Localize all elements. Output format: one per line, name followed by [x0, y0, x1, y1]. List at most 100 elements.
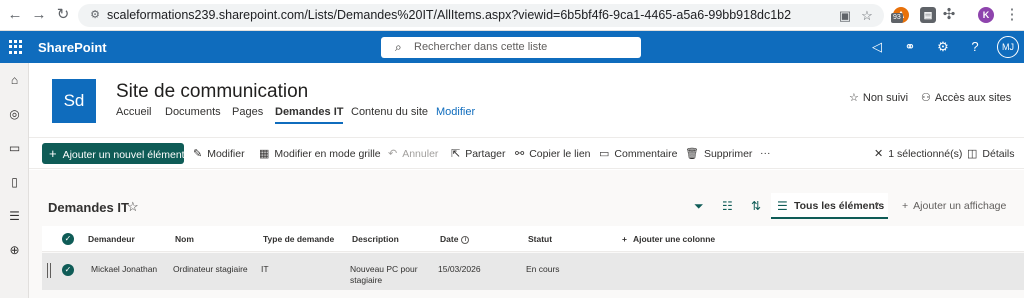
grid-icon: ▦ [259, 148, 270, 160]
globe-icon[interactable]: ◎ [7, 107, 22, 122]
column-nom[interactable]: Nom [175, 234, 194, 244]
info-panel-icon: ◫ [967, 148, 978, 160]
favorite-star-icon[interactable]: ☆ [127, 199, 139, 215]
copy-link-label: Copier le lien [529, 148, 591, 160]
browser-toolbar: ← → ↻ ⚙ scaleformations239.sharepoint.co… [0, 0, 1024, 31]
undo-button[interactable]: ↶ Annuler [388, 147, 438, 160]
url-text[interactable]: scaleformations239.sharepoint.com/Lists/… [107, 8, 791, 22]
view-selector[interactable]: ☰ Tous les éléments ▾ [771, 193, 888, 219]
search-input[interactable]: ⌕ Rechercher dans cette liste [381, 37, 641, 58]
plus-icon: + [902, 200, 909, 212]
info-icon[interactable]: i [461, 235, 470, 244]
selection-count: 1 sélectionné(s) [888, 148, 963, 160]
comment-button[interactable]: ▭ Commentaire [599, 147, 677, 160]
share-label: Partager [465, 148, 506, 160]
nav-item-pages[interactable]: Pages [232, 106, 263, 118]
megaphone-icon[interactable]: ◁ [869, 39, 885, 55]
share-network-icon[interactable]: ⚭ [902, 39, 918, 55]
follow-button[interactable]: ☆ Non suivi [849, 91, 908, 104]
select-all-checkbox[interactable]: ✓ [62, 233, 74, 245]
link-icon: ⚯ [515, 148, 525, 160]
nav-item-demandes-it[interactable]: Demandes IT [275, 106, 344, 124]
site-access-label: Accès aux sites [934, 92, 1012, 104]
table-row[interactable]: ✓ Mickael Jonathan Ordinateur stagiaire … [42, 253, 1024, 290]
people-icon: ⚇ [921, 92, 931, 104]
site-info-icon[interactable]: ⚙ [88, 8, 102, 22]
home-icon[interactable]: ⌂ [7, 73, 22, 88]
extensions-puzzle-icon[interactable]: ✣ [940, 6, 958, 24]
back-arrow-icon[interactable]: ← [6, 6, 24, 24]
grid-edit-label: Modifier en mode grille [274, 148, 381, 160]
delete-label: Supprimer [703, 148, 753, 160]
help-icon[interactable]: ? [967, 39, 983, 55]
undo-label: Annuler [402, 148, 439, 160]
create-plus-icon[interactable]: ⊕ [7, 243, 22, 258]
reload-icon[interactable]: ↻ [54, 6, 72, 24]
news-icon[interactable]: ▭ [7, 141, 22, 156]
extension-badge: 93 [891, 13, 903, 23]
close-icon: ✕ [874, 148, 884, 160]
details-button[interactable]: ◫ Détails [967, 147, 1015, 160]
site-title[interactable]: Site de communication [116, 81, 308, 103]
column-type-de-demande[interactable]: Type de demande [263, 234, 334, 244]
app-bar: ⌂ ◎ ▭ ▯ ☰ ⊕ [0, 63, 29, 298]
column-demandeur[interactable]: Demandeur [88, 234, 135, 244]
pencil-icon: ✎ [193, 148, 203, 160]
sort-icon[interactable]: ⇅ [751, 199, 761, 213]
column-statut[interactable]: Statut [528, 234, 552, 244]
drag-handle-icon[interactable] [47, 263, 51, 278]
add-view-button[interactable]: + Ajouter un affichage [902, 200, 1006, 212]
edit-button[interactable]: ✎ Modifier [193, 147, 245, 160]
cell-description: Nouveau PC pour stagiaire [350, 264, 418, 285]
app-launcher-icon[interactable] [9, 40, 23, 54]
share-button[interactable]: ⇱ Partager [451, 147, 506, 160]
add-column-button[interactable]: + Ajouter une colonne [622, 234, 715, 244]
column-header-row: ✓ Demandeur Nom Type de demande Descript… [42, 226, 1024, 252]
undo-icon: ↶ [388, 148, 398, 160]
search-placeholder: Rechercher dans cette liste [414, 41, 548, 53]
app-name[interactable]: SharePoint [38, 40, 107, 55]
delete-button[interactable]: 🗑 Supprimer [685, 147, 752, 160]
column-date[interactable]: Date i [440, 234, 470, 244]
plus-icon: + [49, 146, 57, 161]
copy-link-button[interactable]: ⚯ Copier le lien [515, 147, 591, 160]
new-item-button[interactable]: + Ajouter un nouvel élément [42, 143, 185, 164]
list-icon[interactable]: ☰ [7, 209, 22, 224]
star-icon: ☆ [849, 92, 859, 104]
more-commands-button[interactable]: ··· [760, 147, 771, 159]
view-name: Tous les éléments [794, 200, 885, 212]
share-icon: ⇱ [451, 148, 461, 160]
list-view-icon: ☰ [777, 199, 788, 213]
grid-edit-button[interactable]: ▦ Modifier en mode grille [259, 147, 381, 160]
settings-gear-icon[interactable]: ⚙ [935, 39, 951, 55]
bookmark-star-icon[interactable]: ☆ [859, 8, 875, 24]
clear-selection-button[interactable]: ✕ 1 sélectionné(s) [874, 147, 962, 160]
cell-demandeur[interactable]: Mickael Jonathan [91, 264, 157, 275]
cell-nom[interactable]: Ordinateur stagiaire [173, 264, 248, 275]
comment-icon: ▭ [599, 148, 610, 160]
address-bar[interactable]: ⚙ scaleformations239.sharepoint.com/List… [78, 4, 884, 27]
reader-mode-icon[interactable]: ▣ [837, 8, 853, 24]
nav-item-documents[interactable]: Documents [165, 106, 221, 118]
extension-icon-b[interactable]: ▤ [920, 7, 936, 23]
user-avatar[interactable]: MJ [997, 36, 1019, 58]
document-icon[interactable]: ▯ [7, 175, 22, 190]
row-checkbox[interactable]: ✓ [62, 264, 74, 276]
column-description[interactable]: Description [352, 234, 399, 244]
column-date-label: Date [440, 234, 459, 244]
browser-menu-icon[interactable]: ⋮ [1003, 6, 1021, 24]
forward-arrow-icon[interactable]: → [30, 6, 48, 24]
nav-item-contenu-du-site[interactable]: Contenu du site [351, 106, 428, 118]
site-logo[interactable]: Sd [52, 79, 96, 123]
group-view-icon[interactable]: ☷ [722, 199, 733, 213]
profile-avatar[interactable]: K [978, 7, 994, 23]
filter-icon[interactable]: ⏷ [694, 199, 704, 214]
details-label: Détails [982, 148, 1015, 160]
add-column-label: Ajouter une colonne [632, 234, 716, 244]
nav-item-accueil[interactable]: Accueil [116, 106, 151, 118]
trash-icon: 🗑 [685, 148, 699, 160]
search-icon: ⌕ [395, 40, 402, 54]
list-title[interactable]: Demandes IT [48, 200, 129, 215]
nav-edit-link[interactable]: Modifier [436, 106, 475, 118]
site-access-button[interactable]: ⚇ Accès aux sites [921, 91, 1011, 104]
